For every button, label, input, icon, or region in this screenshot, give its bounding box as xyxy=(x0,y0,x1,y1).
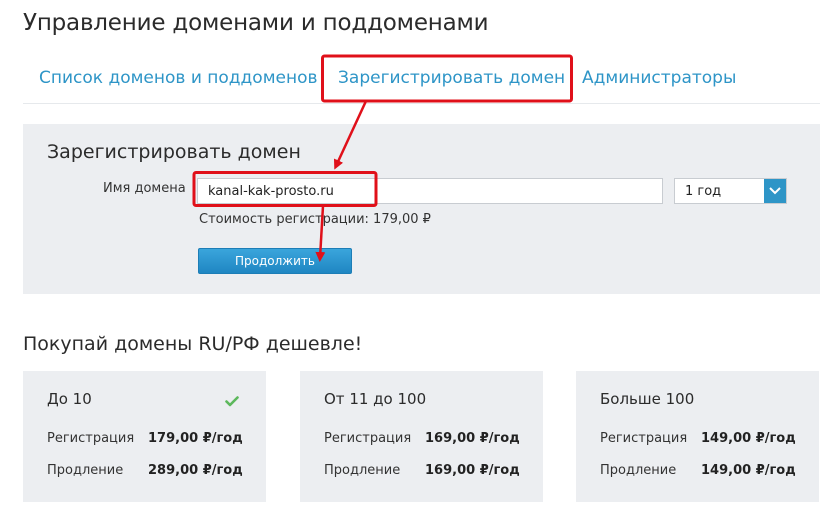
form-title: Зарегистрировать домен xyxy=(47,141,301,163)
period-select[interactable]: 1 год xyxy=(674,178,787,204)
registration-label: Регистрация xyxy=(600,431,688,446)
tab-register-domain[interactable]: Зарегистрировать домен xyxy=(338,68,565,88)
tab-administrators[interactable]: Администраторы xyxy=(582,68,736,88)
registration-cost: Стоимость регистрации: 179,00 ₽ xyxy=(199,212,431,227)
registration-label: Регистрация xyxy=(324,431,412,446)
registration-price: 169,00 ₽/год xyxy=(425,431,520,446)
check-icon xyxy=(225,392,239,411)
period-select-value: 1 год xyxy=(685,184,722,199)
domain-name-input[interactable] xyxy=(197,178,663,204)
renewal-label: Продление xyxy=(324,463,401,478)
registration-label: Регистрация xyxy=(47,431,135,446)
renewal-label: Продление xyxy=(47,463,124,478)
chevron-down-icon[interactable] xyxy=(764,179,786,203)
register-domain-panel: Зарегистрировать домен Имя домена 1 год … xyxy=(23,124,820,294)
promo-title: Покупай домены RU/РФ дешевле! xyxy=(23,333,363,355)
registration-price: 149,00 ₽/год xyxy=(701,431,796,446)
tab-domain-list[interactable]: Список доменов и поддоменов xyxy=(39,68,318,88)
price-card-title: Больше 100 xyxy=(600,390,695,408)
price-card-up-to-10: До 10 Регистрация 179,00 ₽/год Продление… xyxy=(23,371,266,502)
renewal-price: 149,00 ₽/год xyxy=(701,463,796,478)
renewal-price: 169,00 ₽/год xyxy=(425,463,520,478)
page-title: Управление доменами и поддоменами xyxy=(23,10,489,36)
renewal-label: Продление xyxy=(600,463,677,478)
price-card-11-to-100: От 11 до 100 Регистрация 169,00 ₽/год Пр… xyxy=(300,371,543,502)
price-card-title: До 10 xyxy=(47,390,92,408)
tab-bar: Список доменов и поддоменов Зарегистриро… xyxy=(23,56,820,104)
continue-button[interactable]: Продолжить xyxy=(198,248,352,274)
price-card-over-100: Больше 100 Регистрация 149,00 ₽/год Прод… xyxy=(576,371,819,502)
renewal-price: 289,00 ₽/год xyxy=(148,463,243,478)
domain-name-label: Имя домена xyxy=(103,181,186,196)
registration-price: 179,00 ₽/год xyxy=(148,431,243,446)
price-card-title: От 11 до 100 xyxy=(324,390,427,408)
